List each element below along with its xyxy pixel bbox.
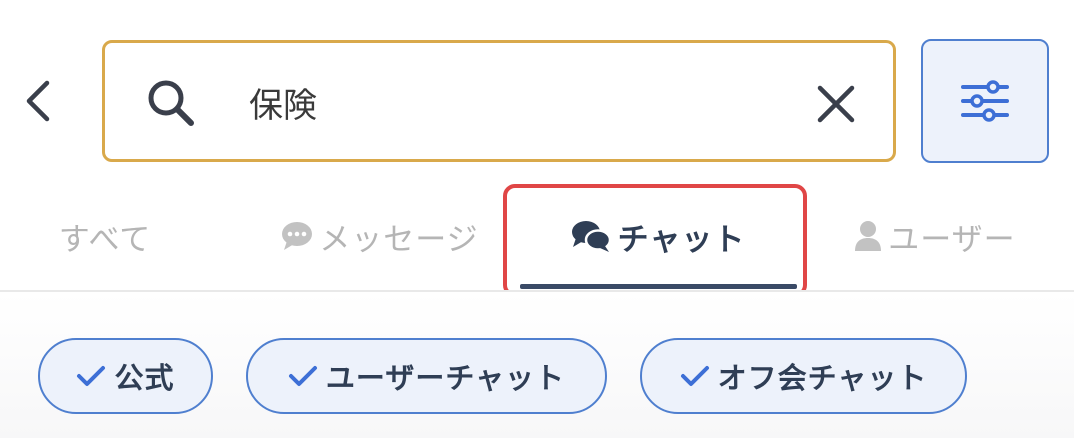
active-tab-indicator [520,284,797,289]
search-icon [148,80,194,126]
result-tabs: すべて メッセージ チャット ユーザー [0,180,1074,297]
chip-offkai-chat[interactable]: オフ会チャット [640,338,967,414]
search-box[interactable] [102,40,896,162]
speech-bubble-icon [282,222,313,250]
chip-label: オフ会チャット [717,361,928,395]
check-icon [288,366,317,386]
check-icon [680,366,709,386]
chip-official[interactable]: 公式 [38,338,213,414]
close-icon [817,85,855,123]
tab-label: チャット [617,221,746,258]
tab-user[interactable]: ユーザー [835,180,1035,292]
tab-label: すべて [58,221,152,258]
chip-user-chat[interactable]: ユーザーチャット [246,338,607,414]
chevron-left-icon [26,80,50,122]
search-input[interactable] [249,67,789,137]
person-icon [855,221,882,251]
clear-search-button[interactable] [801,69,871,139]
filter-chips: 公式 ユーザーチャット オフ会チャット [0,292,1074,438]
filter-settings-button[interactable] [921,39,1049,163]
chip-label: ユーザーチャット [325,361,566,395]
tab-label: ユーザー [888,221,1016,258]
chat-bubbles-icon [571,221,611,252]
chip-label: 公式 [114,361,175,395]
tab-message[interactable]: メッセージ [265,180,495,292]
tab-all[interactable]: すべて [30,180,180,292]
back-button[interactable] [10,72,66,130]
search-results-screen: すべて メッセージ チャット [0,0,1074,438]
sliders-icon [961,80,1009,122]
check-icon [77,366,106,386]
tab-chat[interactable]: チャット [515,180,800,292]
tab-label: メッセージ [319,221,479,258]
